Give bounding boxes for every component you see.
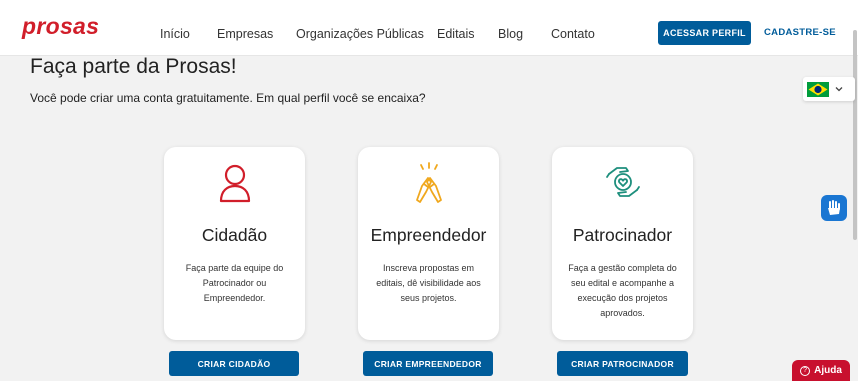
help-label: Ajuda [814, 365, 842, 376]
card-description: Inscreva propostas em editais, dê visibi… [376, 263, 481, 303]
prosas-logo[interactable]: prosas [22, 13, 99, 40]
profile-card-empreendedor[interactable]: Empreendedor Inscreva propostas em edita… [358, 147, 499, 340]
top-navbar: prosas Início Empresas Organizações Públ… [0, 0, 858, 56]
nav-inicio[interactable]: Início [160, 27, 190, 41]
nav-organizacoes-publicas[interactable]: Organizações Públicas [296, 27, 424, 41]
heart-hands-icon [605, 167, 640, 197]
create-cidadao-button[interactable]: CRIAR CIDADÃO [169, 351, 299, 376]
accessibility-button[interactable] [821, 195, 847, 221]
question-icon: ? [800, 365, 811, 376]
page-subtitle: Você pode criar uma conta gratuitamente.… [30, 91, 426, 105]
user-icon [219, 164, 250, 203]
profile-card-patrocinador[interactable]: Patrocinador Faça a gestão completa do s… [552, 147, 693, 340]
create-patrocinador-button[interactable]: CRIAR PATROCINADOR [557, 351, 688, 376]
sign-language-icon [828, 200, 840, 215]
card-description: Faça a gestão completa do seu edital e a… [568, 263, 677, 318]
nav-empresas[interactable]: Empresas [217, 27, 273, 41]
profile-card-cidadao[interactable]: Cidadão Faça parte da equipe do Patrocin… [164, 147, 305, 340]
chevron-down-icon [835, 87, 843, 92]
page-title: Faça parte da Prosas! [30, 55, 237, 78]
create-empreendedor-button[interactable]: CRIAR EMPREENDEDOR [363, 351, 493, 376]
card-title: Cidadão [201, 225, 268, 245]
scrollbar[interactable] [853, 30, 857, 240]
help-button[interactable]: ? Ajuda [792, 360, 850, 381]
access-profile-button[interactable]: ACESSAR PERFIL [658, 21, 751, 45]
nav-blog[interactable]: Blog [498, 27, 523, 41]
signup-link[interactable]: CADASTRE-SE [764, 27, 836, 38]
card-title: Patrocinador [572, 225, 673, 245]
brazil-flag-icon [807, 81, 829, 97]
card-description: Faça parte da equipe do Patrocinador ou … [185, 263, 284, 303]
nav-contato[interactable]: Contato [551, 27, 595, 41]
card-title: Empreendedor [370, 225, 487, 245]
high-five-icon [415, 162, 442, 203]
nav-editais[interactable]: Editais [437, 27, 475, 41]
language-selector[interactable] [803, 77, 855, 101]
